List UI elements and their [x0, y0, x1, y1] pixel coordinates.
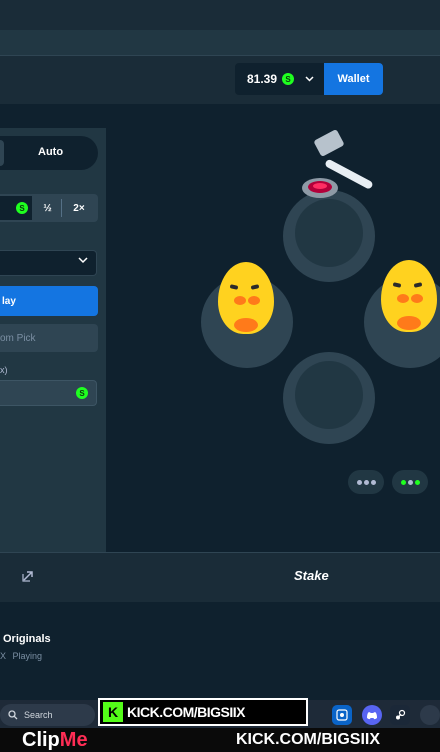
profit-field: S [0, 380, 97, 406]
dot-icon [407, 479, 413, 485]
mole-feet [234, 318, 258, 332]
currency-coin-icon: S [76, 387, 88, 399]
originals-title: Originals [3, 633, 51, 645]
kick-logo-icon: K [103, 702, 123, 722]
chevron-down-icon [305, 74, 314, 85]
clip-logo-b: Me [59, 729, 88, 751]
currency-coin-icon: S [282, 73, 295, 85]
browser-address-bar [0, 30, 440, 56]
game-footer-bar [0, 552, 440, 602]
taskbar-search[interactable]: Search [0, 704, 95, 726]
currency-coin-icon: S [16, 202, 28, 214]
dot-icon [414, 479, 420, 485]
playing-prefix: X [0, 651, 7, 661]
balance-selector[interactable]: 81.39 S [235, 63, 325, 95]
mole-hole-bottom-inner [295, 361, 363, 429]
play-button[interactable]: lay [0, 286, 98, 316]
clipme-logo: ClipMe [22, 729, 88, 752]
steam-icon[interactable] [390, 705, 410, 725]
stake-logo: Stake [294, 568, 329, 583]
layout-option-button[interactable] [392, 470, 428, 494]
chevron-down-icon [78, 255, 88, 267]
app-icon[interactable] [420, 705, 440, 725]
random-pick-button[interactable]: om Pick [0, 324, 98, 352]
kick-banner: K KICK.COM/BIGSIIX [98, 698, 308, 726]
tab-manual[interactable] [0, 140, 4, 166]
profit-label: x) [0, 365, 8, 375]
double-bet-button[interactable]: 2× [64, 199, 94, 217]
share-icon[interactable] [22, 570, 34, 585]
search-icon [8, 710, 18, 720]
wallet-button[interactable]: Wallet [324, 63, 383, 95]
layout-option-button[interactable] [348, 470, 384, 494]
half-bet-button[interactable]: ½ [34, 199, 62, 217]
dot-icon [363, 479, 369, 485]
dot-icon [400, 479, 406, 485]
dot-icon [356, 479, 362, 485]
browser-tab-strip [0, 0, 440, 30]
search-label: Search [24, 710, 53, 720]
balance-amount: 81.39 [247, 72, 278, 86]
clip-logo-a: Clip [22, 729, 60, 751]
mole-feet [397, 316, 421, 330]
playing-label: Playing [12, 651, 43, 661]
bet-amount-input[interactable]: S [0, 196, 32, 220]
discord-icon[interactable] [362, 705, 382, 725]
tab-auto[interactable]: Auto [38, 146, 63, 158]
caption-url: KICK.COM/BIGSIIX [236, 731, 381, 748]
playing-status: X Playing [0, 651, 42, 661]
mole-cheek-right [411, 294, 423, 303]
mole-cheek-right [248, 296, 260, 305]
dot-icon [370, 479, 376, 485]
mole-cheek-left [397, 294, 409, 303]
photos-app-icon[interactable] [332, 705, 352, 725]
kick-banner-text: KICK.COM/BIGSIIX [127, 704, 246, 720]
hammer-icon [298, 130, 382, 211]
mole-cheek-left [234, 296, 246, 305]
originals-section [0, 602, 440, 700]
